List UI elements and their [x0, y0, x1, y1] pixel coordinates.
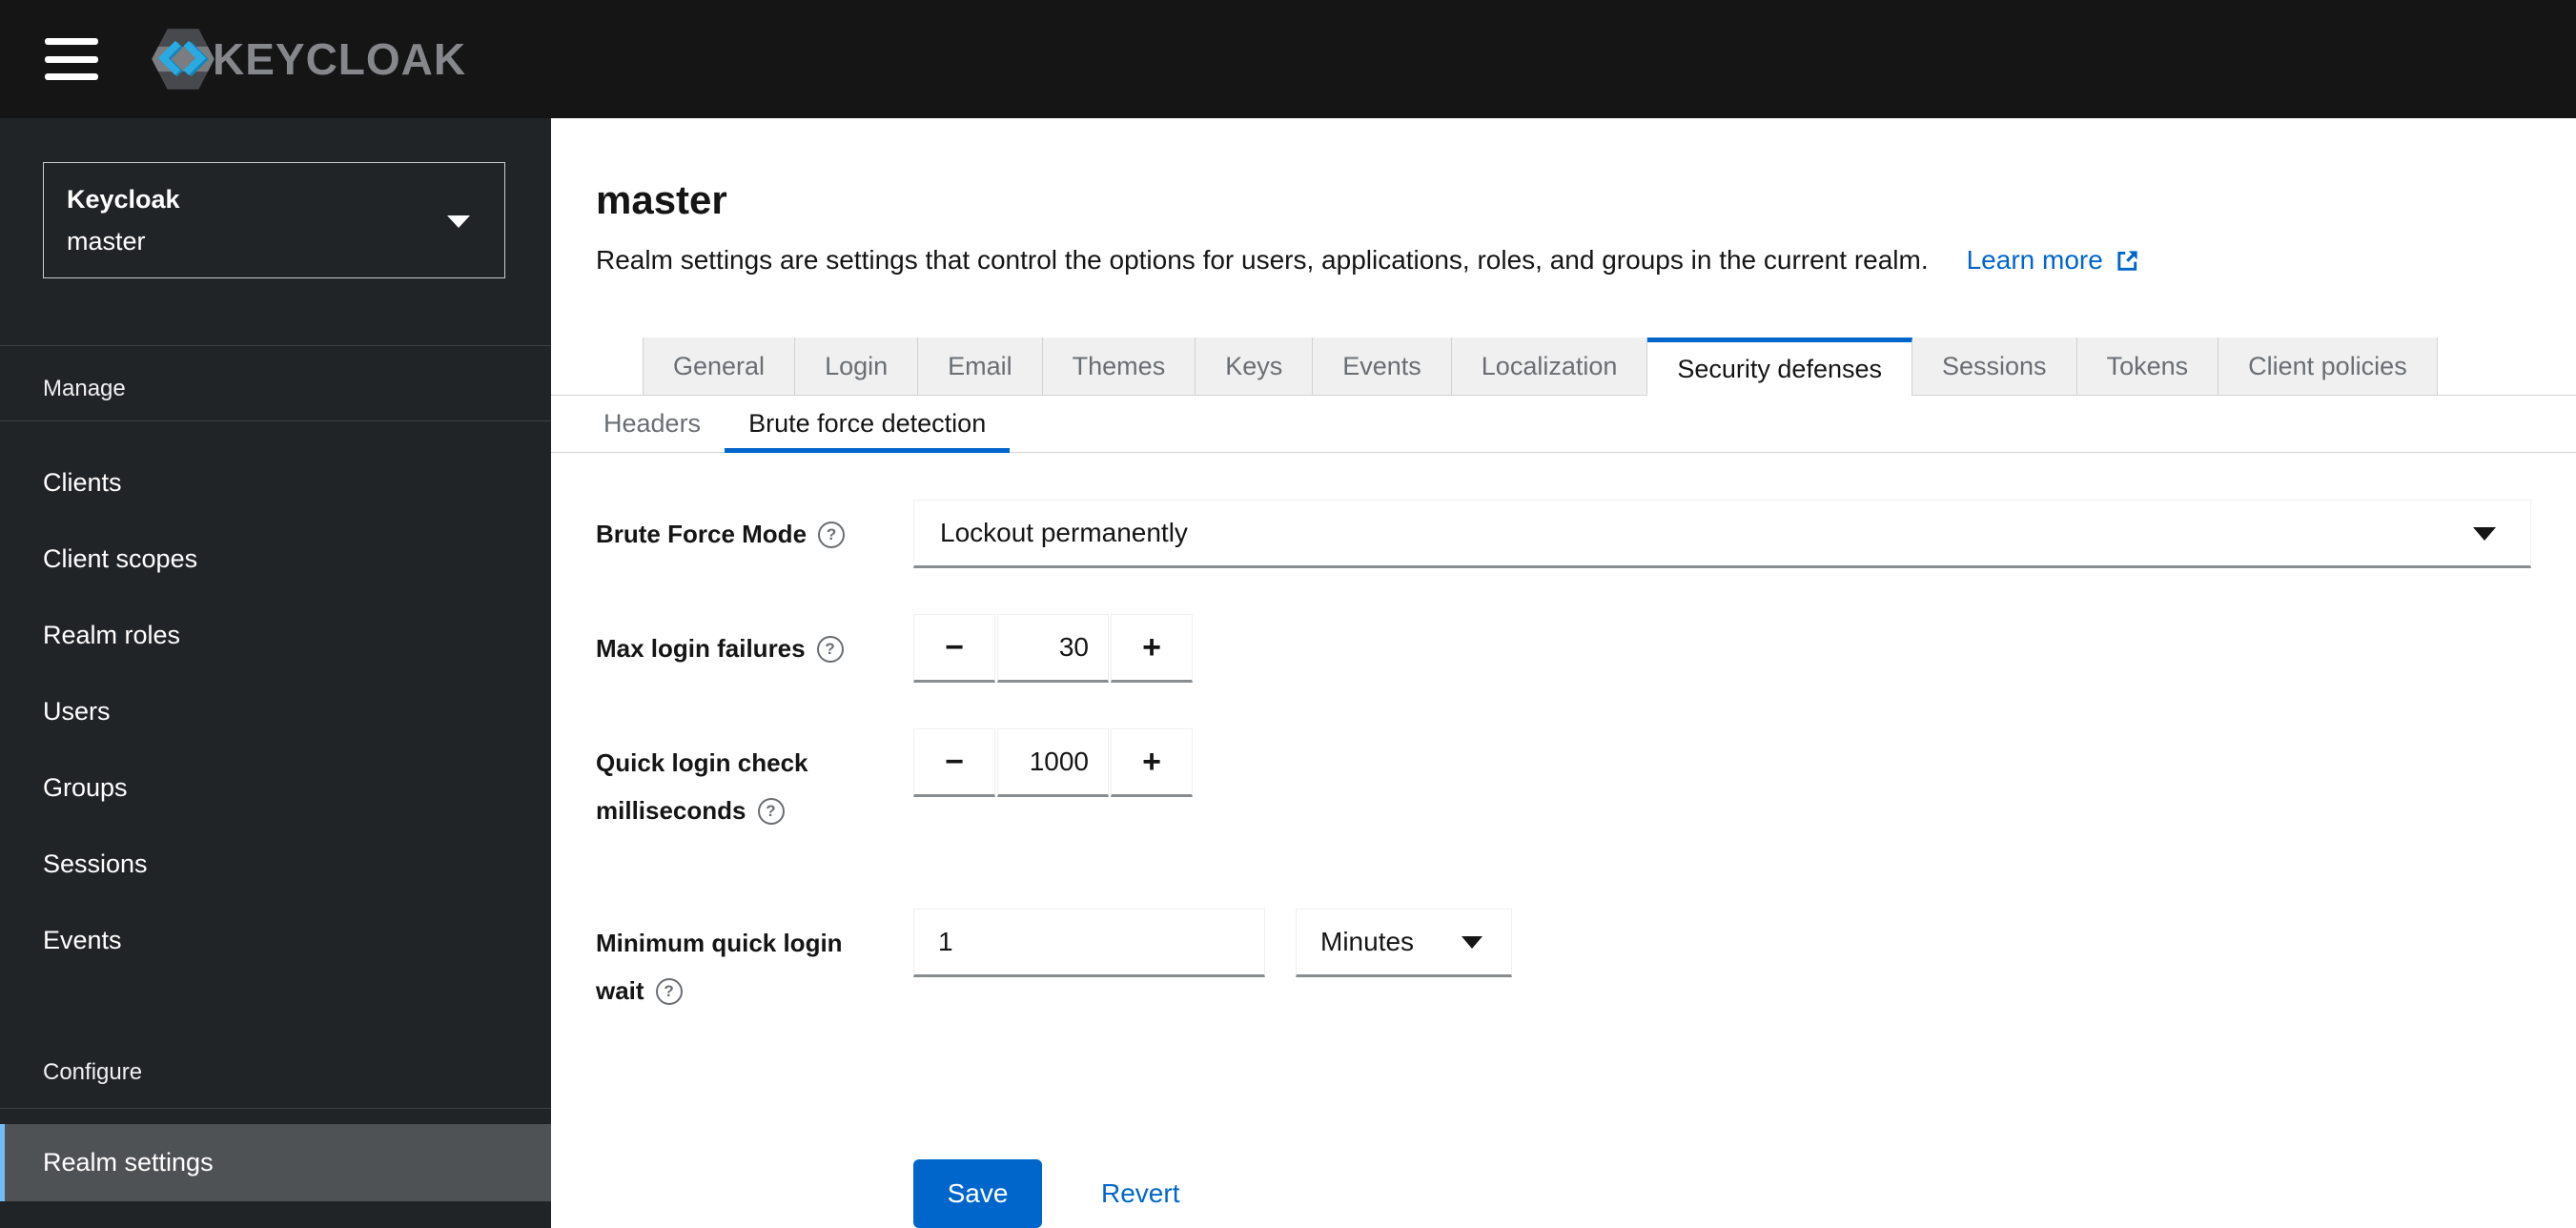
help-icon[interactable]: ? [757, 797, 785, 825]
quick-login-check-label: Quick login check milliseconds? [596, 748, 808, 825]
max-login-failures-input[interactable] [998, 615, 1108, 680]
time-unit-value: Minutes [1320, 927, 1415, 956]
save-button[interactable]: Save [913, 1159, 1042, 1228]
help-icon[interactable]: ? [818, 521, 846, 548]
sidebar-item-groups[interactable]: Groups [0, 749, 551, 826]
nav-toggle-button[interactable] [45, 38, 98, 80]
tab-bar: General Login Email Themes Keys Events L… [551, 338, 2576, 397]
subtab-brute-force-detection[interactable]: Brute force detection [725, 396, 1011, 453]
quick-login-check-stepper: − + [913, 728, 1193, 797]
brute-force-mode-value: Lockout permanently [940, 518, 1188, 547]
quick-login-check-input[interactable] [998, 729, 1108, 794]
keycloak-logo-icon [152, 29, 215, 90]
nav-section-title-manage: Manage [43, 376, 126, 401]
learn-more-link[interactable]: Learn more [1967, 244, 2140, 276]
hamburger-icon [45, 73, 98, 80]
realm-switcher-realm: master [67, 227, 146, 256]
plus-button[interactable]: + [1111, 728, 1193, 797]
minus-button[interactable]: − [913, 614, 995, 683]
chevron-down-icon [447, 215, 470, 228]
plus-button[interactable]: + [1111, 614, 1193, 683]
tab-events[interactable]: Events [1313, 338, 1452, 396]
main-content: master Realm settings are settings that … [551, 118, 2576, 1228]
tab-general[interactable]: General [643, 338, 796, 396]
subtab-headers[interactable]: Headers [580, 396, 725, 452]
sidebar: Keycloak master Manage Clients Client sc… [0, 118, 551, 1228]
realm-switcher-title: Keycloak [67, 185, 180, 214]
realm-switcher[interactable]: Keycloak master [43, 162, 505, 278]
form-actions: Save Revert [913, 1159, 2531, 1228]
brute-force-mode-label: Brute Force Mode? [596, 500, 913, 558]
tab-localization[interactable]: Localization [1451, 338, 1648, 396]
sidebar-item-sessions[interactable]: Sessions [0, 826, 551, 902]
tab-login[interactable]: Login [795, 338, 919, 396]
time-unit-select[interactable]: Minutes [1296, 909, 1512, 977]
page-description: Realm settings are settings that control… [596, 245, 1929, 275]
divider [0, 1108, 551, 1109]
external-link-icon [2117, 250, 2137, 271]
sidebar-item-realm-roles[interactable]: Realm roles [0, 597, 551, 673]
nav-section-title-configure: Configure [43, 1059, 143, 1085]
masthead: KEYCLOAK [0, 0, 2576, 118]
subtab-bar: Headers Brute force detection [551, 396, 2576, 453]
minus-button[interactable]: − [913, 728, 995, 797]
tab-client-policies[interactable]: Client policies [2218, 338, 2438, 396]
brute-force-mode-select[interactable]: Lockout permanently [913, 500, 2531, 568]
keycloak-logo[interactable]: KEYCLOAK [150, 26, 466, 92]
app-window: KEYCLOAK Keycloak master Manage Clients … [0, 0, 2576, 1228]
minimum-quick-login-wait-input[interactable] [914, 910, 1264, 974]
minimum-quick-login-wait-field [913, 909, 1265, 977]
tab-email[interactable]: Email [918, 338, 1043, 396]
minimum-quick-login-wait-label: Minimum quick login wait? [596, 929, 843, 1005]
tab-themes[interactable]: Themes [1042, 338, 1196, 396]
keycloak-logo-text: KEYCLOAK [213, 34, 467, 84]
sidebar-item-client-scopes[interactable]: Client scopes [0, 521, 551, 597]
tab-security-defenses[interactable]: Security defenses [1647, 338, 1912, 397]
hamburger-icon [45, 55, 98, 63]
page-title: master [596, 177, 727, 222]
max-login-failures-stepper: − + [913, 614, 1193, 683]
sidebar-item-events[interactable]: Events [0, 902, 551, 978]
tab-tokens[interactable]: Tokens [2076, 338, 2219, 396]
max-login-failures-label: Max login failures? [596, 614, 913, 672]
help-icon[interactable]: ? [816, 635, 844, 663]
brute-force-form: Brute Force Mode? Lockout permanently Ma… [551, 453, 2576, 1228]
caret-down-icon [1462, 936, 1482, 949]
hamburger-icon [45, 38, 98, 45]
sidebar-item-realm-settings[interactable]: Realm settings [0, 1124, 551, 1201]
nav-list-manage: Clients Client scopes Realm roles Users … [0, 421, 551, 978]
caret-down-icon [2473, 527, 2496, 541]
sidebar-item-users[interactable]: Users [0, 673, 551, 749]
tab-keys[interactable]: Keys [1196, 338, 1314, 396]
sidebar-item-clients[interactable]: Clients [0, 444, 551, 521]
help-icon[interactable]: ? [655, 977, 683, 1005]
revert-link[interactable]: Revert [1101, 1178, 1179, 1209]
tab-sessions[interactable]: Sessions [1912, 338, 2077, 396]
page-header: master Realm settings are settings that … [551, 118, 2576, 276]
